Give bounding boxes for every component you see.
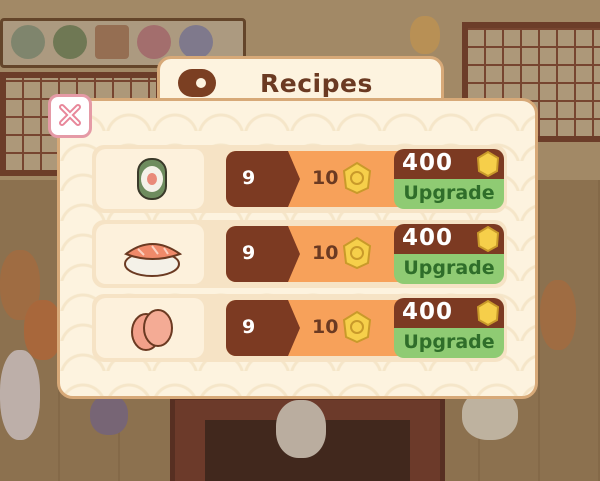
coin-icon [342, 161, 372, 195]
upgrade-cost: 400 [402, 299, 454, 325]
coin-icon [342, 236, 372, 270]
dialog-title: Recipes [260, 69, 373, 98]
recipe-row: 9 10 400 Upgrade [92, 145, 507, 213]
sashimi-icon [131, 309, 173, 351]
upgrade-label: Upgrade [403, 257, 495, 279]
recipe-row: 9 10 400 Upgrade [92, 294, 507, 362]
upgrade-cost: 400 [402, 150, 454, 176]
close-icon [59, 104, 81, 126]
maki-roll-icon [137, 158, 167, 200]
max-level: 10 [312, 242, 339, 264]
dish-slot [96, 149, 204, 209]
upgrade-cost: 400 [402, 225, 454, 251]
current-level: 9 [242, 316, 256, 338]
upgrade-button[interactable]: 400 Upgrade [394, 224, 504, 284]
max-level: 10 [312, 316, 339, 338]
current-level: 9 [242, 242, 256, 264]
coin-icon [342, 310, 372, 344]
dish-slot [96, 298, 204, 358]
salmon-nigiri-icon [123, 243, 183, 277]
upgrade-button[interactable]: 400 Upgrade [394, 149, 504, 209]
dish-slot [96, 224, 204, 284]
current-level: 9 [242, 167, 256, 189]
upgrade-label: Upgrade [403, 331, 495, 353]
upgrade-label: Upgrade [403, 182, 495, 204]
upgrade-button[interactable]: 400 Upgrade [394, 298, 504, 358]
recipe-row: 9 10 400 Upgrade [92, 220, 507, 288]
coin-icon [476, 226, 500, 252]
coin-icon [476, 300, 500, 326]
plate-icon [178, 69, 216, 97]
close-button[interactable] [48, 94, 92, 138]
coin-icon [476, 151, 500, 177]
max-level: 10 [312, 167, 339, 189]
